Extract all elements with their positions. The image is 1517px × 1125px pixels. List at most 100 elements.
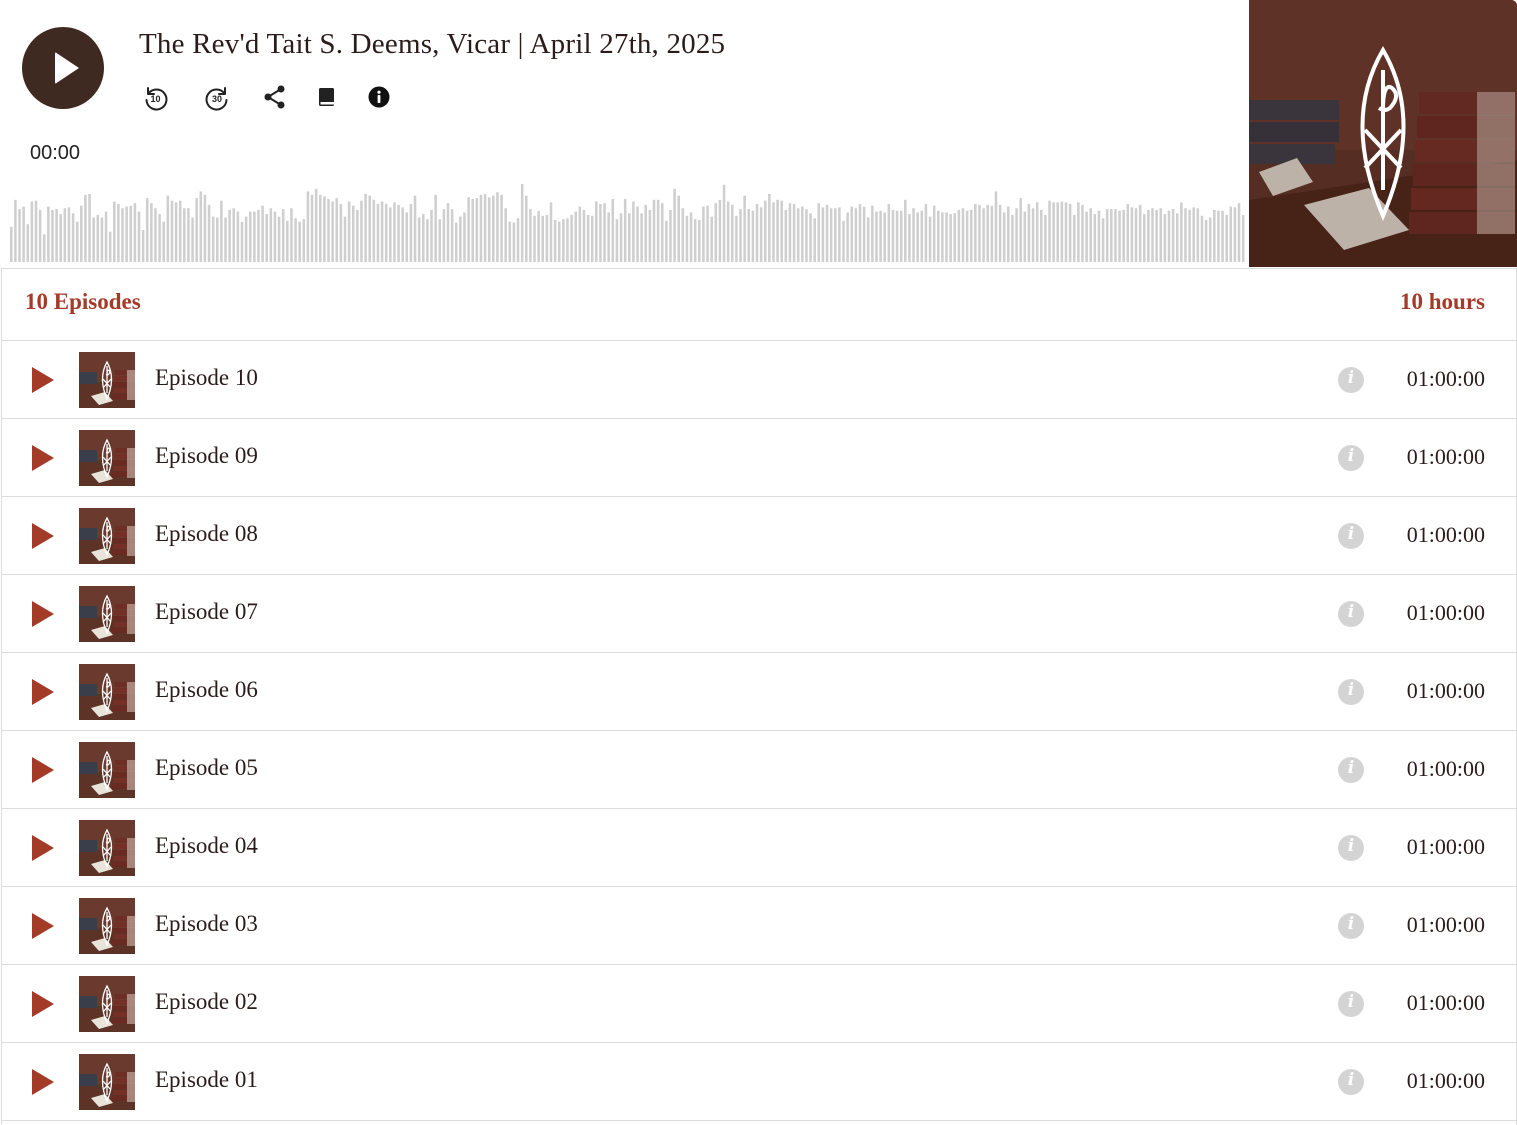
- waveform-bar: [842, 220, 845, 262]
- waveform-bar: [1130, 207, 1134, 262]
- waveform-bar: [1019, 198, 1022, 262]
- info-icon[interactable]: i: [1338, 1069, 1364, 1095]
- play-icon[interactable]: [32, 991, 54, 1017]
- waveform-bar: [475, 198, 479, 262]
- waveform-bar: [236, 211, 240, 262]
- episode-title[interactable]: Episode 07: [155, 599, 258, 625]
- episode-row[interactable]: Episode 02 i 01:00:00: [2, 965, 1516, 1043]
- waveform-bar: [656, 199, 660, 262]
- waveform-bar: [937, 210, 940, 262]
- waveform-bars: [10, 183, 1245, 262]
- episode-title[interactable]: Episode 10: [155, 365, 258, 391]
- rewind-10-icon: 10: [145, 87, 168, 111]
- waveform-bar: [438, 219, 442, 262]
- waveform-bar: [875, 211, 878, 262]
- chi-rho-thumbnail-image: [79, 508, 135, 564]
- episode-duration: 01:00:00: [1406, 1068, 1485, 1093]
- info-icon[interactable]: i: [1338, 445, 1364, 471]
- waveform-bar: [450, 209, 454, 262]
- waveform-bar: [183, 208, 186, 262]
- info-icon[interactable]: i: [1338, 601, 1364, 627]
- waveform-bar: [541, 215, 545, 262]
- waveform-scrubber[interactable]: [10, 178, 1246, 262]
- waveform-bar: [1241, 214, 1245, 262]
- episode-title[interactable]: Episode 05: [155, 755, 258, 781]
- info-icon[interactable]: i: [1338, 757, 1364, 783]
- waveform-bar: [1126, 204, 1130, 262]
- waveform-bar: [257, 209, 260, 262]
- episode-duration: 01:00:00: [1406, 522, 1485, 547]
- transcript-button[interactable]: [310, 80, 344, 114]
- waveform-bar: [178, 200, 182, 262]
- play-icon[interactable]: [32, 913, 54, 939]
- waveform-bar: [10, 226, 13, 262]
- waveform-bar: [846, 212, 849, 262]
- episode-thumbnail: [79, 352, 135, 408]
- play-icon[interactable]: [32, 601, 54, 627]
- waveform-bar: [982, 208, 985, 262]
- episode-row[interactable]: Episode 10 i 01:00:00: [2, 341, 1516, 419]
- waveform-bar: [1192, 207, 1195, 262]
- waveform-bar: [887, 204, 891, 262]
- waveform-bar: [1085, 211, 1088, 262]
- waveform-bar: [401, 207, 404, 262]
- episode-title[interactable]: Episode 08: [155, 521, 258, 547]
- info-icon[interactable]: i: [1338, 913, 1364, 939]
- waveform-bar: [92, 217, 95, 262]
- info-icon[interactable]: i: [1338, 991, 1364, 1017]
- episode-row[interactable]: Episode 07 i 01:00:00: [2, 575, 1516, 653]
- episode-row[interactable]: Episode 03 i 01:00:00: [2, 887, 1516, 965]
- waveform-bar: [739, 209, 742, 262]
- episode-title[interactable]: Episode 02: [155, 989, 258, 1015]
- play-icon[interactable]: [32, 835, 54, 861]
- episode-title[interactable]: Episode 06: [155, 677, 258, 703]
- waveform-bar: [129, 205, 133, 262]
- episode-row[interactable]: Episode 09 i 01:00:00: [2, 419, 1516, 497]
- waveform-bar: [759, 207, 763, 262]
- episode-row[interactable]: Episode 08 i 01:00:00: [2, 497, 1516, 575]
- episode-row[interactable]: Episode 05 i 01:00:00: [2, 731, 1516, 809]
- waveform-bar: [426, 219, 429, 262]
- episode-row[interactable]: Episode 04 i 01:00:00: [2, 809, 1516, 887]
- waveform-bar: [788, 203, 792, 262]
- play-icon[interactable]: [32, 757, 54, 783]
- waveform-bar: [990, 205, 994, 262]
- waveform-bar: [640, 213, 643, 262]
- play-icon[interactable]: [32, 1069, 54, 1095]
- episode-title[interactable]: Episode 09: [155, 443, 258, 469]
- waveform-bar: [796, 208, 800, 262]
- info-icon[interactable]: i: [1338, 679, 1364, 705]
- waveform-bar: [685, 215, 689, 262]
- rewind-10-button[interactable]: 10: [139, 80, 173, 114]
- info-icon[interactable]: i: [1338, 367, 1364, 393]
- episode-title[interactable]: Episode 01: [155, 1067, 258, 1093]
- share-button[interactable]: [258, 80, 292, 114]
- play-icon[interactable]: [32, 367, 54, 393]
- info-icon[interactable]: i: [1338, 835, 1364, 861]
- waveform-bar: [615, 219, 619, 262]
- waveform-bar: [949, 214, 952, 262]
- waveform-bar: [603, 203, 606, 262]
- episode-row[interactable]: Episode 06 i 01:00:00: [2, 653, 1516, 731]
- play-icon[interactable]: [32, 445, 54, 471]
- waveform-bar: [570, 214, 573, 262]
- forward-30-button[interactable]: 30: [200, 80, 234, 114]
- waveform-bar: [599, 204, 602, 262]
- play-icon[interactable]: [32, 523, 54, 549]
- waveform-bar: [702, 206, 705, 262]
- info-button[interactable]: [362, 80, 396, 114]
- waveform-bar: [924, 204, 928, 262]
- episode-duration: 01:00:00: [1406, 444, 1485, 469]
- waveform-bar: [294, 218, 297, 262]
- waveform-bar: [553, 220, 557, 262]
- waveform-bar: [858, 204, 862, 262]
- play-button[interactable]: [22, 27, 104, 109]
- waveform-bar: [566, 218, 569, 262]
- episode-title[interactable]: Episode 04: [155, 833, 258, 859]
- episode-title[interactable]: Episode 03: [155, 911, 258, 937]
- info-icon[interactable]: i: [1338, 523, 1364, 549]
- play-icon[interactable]: [32, 679, 54, 705]
- waveform-bar: [677, 195, 680, 262]
- waveform-bar: [331, 201, 334, 262]
- episode-row[interactable]: Episode 01 i 01:00:00: [2, 1043, 1516, 1121]
